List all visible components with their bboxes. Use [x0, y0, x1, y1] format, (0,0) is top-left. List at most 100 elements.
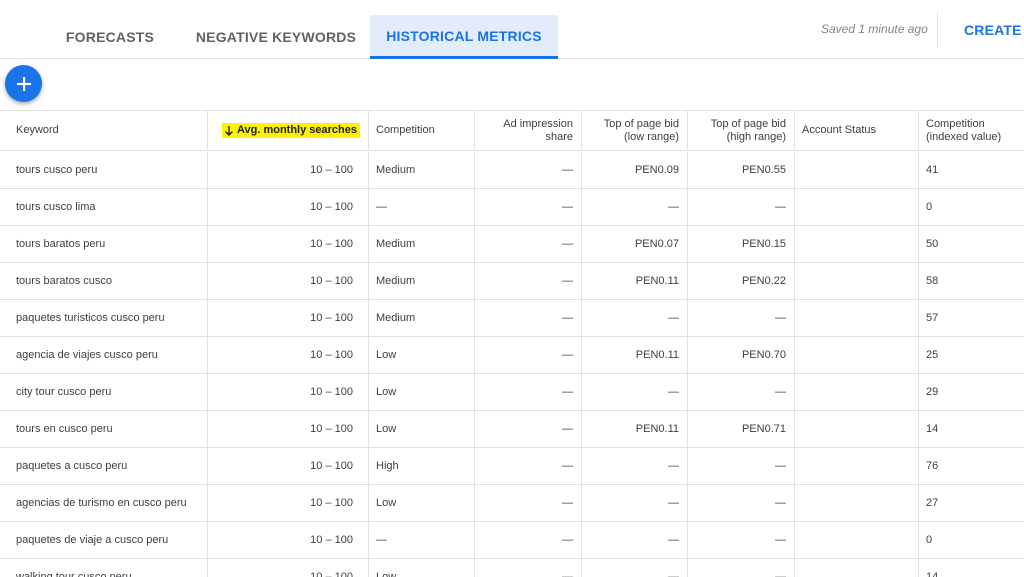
- saved-status: Saved 1 minute ago: [821, 22, 928, 36]
- header-top-bid-high[interactable]: Top of page bid (high range): [687, 111, 794, 150]
- keyword-cell: tours en cusco peru: [16, 423, 113, 435]
- keyword-cell: paquetes de viaje a cusco peru: [16, 534, 169, 546]
- low-bid-cell: —: [581, 448, 687, 484]
- account-status-cell: [794, 189, 918, 225]
- header-top-bid-low-line2: (low range): [623, 130, 679, 143]
- competition-cell: Medium: [368, 263, 474, 299]
- impression-share-cell: —: [474, 522, 581, 558]
- header-avg-monthly-searches-label: Avg. monthly searches: [236, 124, 357, 136]
- competition-index-cell: 0: [918, 522, 1024, 558]
- searches-cell: 10 – 100: [207, 485, 368, 521]
- high-bid-cell: PEN0.15: [687, 226, 794, 262]
- competition-index-cell: 57: [918, 300, 1024, 336]
- searches-cell: 10 – 100: [207, 448, 368, 484]
- competition-index-cell: 27: [918, 485, 1024, 521]
- table-row[interactable]: paquetes turisticos cusco peru 10 – 100 Me…: [0, 300, 1024, 337]
- account-status-cell: [794, 559, 918, 577]
- competition-cell: Low: [368, 485, 474, 521]
- searches-cell: 10 – 100: [207, 337, 368, 373]
- header-competition-indexed-line2: (indexed value): [926, 130, 1002, 143]
- tab-historical-metrics[interactable]: HISTORICAL METRICS: [370, 15, 558, 59]
- competition-index-cell: 41: [918, 152, 1024, 188]
- keyword-cell: tours cusco peru: [16, 164, 98, 176]
- account-status-cell: [794, 263, 918, 299]
- low-bid-cell: —: [581, 300, 687, 336]
- arrow-down-icon: [224, 125, 233, 136]
- low-bid-cell: —: [581, 374, 687, 410]
- competition-cell: —: [368, 189, 474, 225]
- table-row[interactable]: tours cusco lima 10 – 100— — — —0: [0, 189, 1024, 226]
- table-row[interactable]: paquetes de viaje a cusco peru 10 – 100— —…: [0, 522, 1024, 559]
- competition-index-cell: 29: [918, 374, 1024, 410]
- impression-share-cell: —: [474, 374, 581, 410]
- searches-cell: 10 – 100: [207, 559, 368, 577]
- competition-cell: Low: [368, 411, 474, 447]
- low-bid-cell: —: [581, 559, 687, 577]
- low-bid-cell: PEN0.07: [581, 226, 687, 262]
- table-row[interactable]: tours cusco peru 10 – 100 Medium — PEN0.09 PE…: [0, 152, 1024, 189]
- account-status-cell: [794, 522, 918, 558]
- impression-share-cell: —: [474, 189, 581, 225]
- add-button[interactable]: [5, 65, 42, 102]
- competition-cell: —: [368, 522, 474, 558]
- competition-cell: Low: [368, 559, 474, 577]
- keyword-cell: agencia de viajes cusco peru: [16, 349, 158, 361]
- header-top-bid-high-line2: (high range): [726, 130, 786, 143]
- high-bid-cell: —: [687, 559, 794, 577]
- low-bid-cell: PEN0.11: [581, 263, 687, 299]
- high-bid-cell: —: [687, 189, 794, 225]
- tab-forecasts[interactable]: FORECASTS: [40, 15, 180, 59]
- table-row[interactable]: city tour cusco peru 10 – 100 Low — — —29: [0, 374, 1024, 411]
- keyword-cell: walking tour cusco peru: [16, 571, 132, 577]
- table-row[interactable]: tours baratos peru 10 – 100 Medium — PEN0.07…: [0, 226, 1024, 263]
- searches-cell: 10 – 100: [207, 300, 368, 336]
- impression-share-cell: —: [474, 263, 581, 299]
- header-competition-indexed-line1: Competition: [926, 117, 985, 130]
- top-bar: FORECASTS NEGATIVE KEYWORDS HISTORICAL M…: [0, 0, 1024, 59]
- impression-share-cell: —: [474, 152, 581, 188]
- keyword-cell: paquetes a cusco peru: [16, 460, 128, 472]
- header-account-status[interactable]: Account Status: [794, 111, 918, 150]
- keyword-cell: paquetes turisticos cusco peru: [16, 312, 165, 324]
- impression-share-cell: —: [474, 300, 581, 336]
- searches-cell: 10 – 100: [207, 522, 368, 558]
- competition-index-cell: 50: [918, 226, 1024, 262]
- competition-cell: Medium: [368, 226, 474, 262]
- high-bid-cell: —: [687, 374, 794, 410]
- header-competition-indexed[interactable]: Competition (indexed value): [918, 111, 1024, 150]
- table-row[interactable]: tours en cusco peru 10 – 100 Low — PEN0.11 PE…: [0, 411, 1024, 448]
- table-row[interactable]: agencias de turismo en cusco peru 10 – 10…: [0, 485, 1024, 522]
- high-bid-cell: —: [687, 448, 794, 484]
- impression-share-cell: —: [474, 411, 581, 447]
- header-avg-monthly-searches[interactable]: Avg. monthly searches: [207, 111, 368, 150]
- competition-index-cell: 25: [918, 337, 1024, 373]
- keyword-cell: city tour cusco peru: [16, 386, 112, 398]
- create-campaign-button[interactable]: CREATE CA: [964, 22, 1024, 38]
- low-bid-cell: PEN0.09: [581, 152, 687, 188]
- header-keyword[interactable]: Keyword: [16, 111, 206, 150]
- account-status-cell: [794, 337, 918, 373]
- header-competition[interactable]: Competition: [368, 111, 474, 150]
- header-top-bid-low-line1: Top of page bid: [603, 117, 679, 130]
- table-row[interactable]: tours baratos cusco 10 – 100 Medium — PEN0.1…: [0, 263, 1024, 300]
- high-bid-cell: PEN0.22: [687, 263, 794, 299]
- keyword-cell: agencias de turismo en cusco peru: [16, 497, 187, 509]
- table-row[interactable]: agencia de viajes cusco peru 10 – 100 Low —…: [0, 337, 1024, 374]
- account-status-cell: [794, 374, 918, 410]
- account-status-cell: [794, 411, 918, 447]
- account-status-cell: [794, 226, 918, 262]
- header-top-bid-low[interactable]: Top of page bid (low range): [581, 111, 687, 150]
- table-row[interactable]: walking tour cusco peru 10 – 100 Low — — —14: [0, 559, 1024, 577]
- keyword-cell: tours cusco lima: [16, 201, 96, 213]
- header-ad-impression-share[interactable]: Ad impression share: [474, 111, 581, 150]
- searches-cell: 10 – 100: [207, 411, 368, 447]
- impression-share-cell: —: [474, 485, 581, 521]
- competition-cell: Low: [368, 374, 474, 410]
- low-bid-cell: —: [581, 522, 687, 558]
- impression-share-cell: —: [474, 226, 581, 262]
- table-row[interactable]: paquetes a cusco peru 10 – 100 High — — —76: [0, 448, 1024, 485]
- low-bid-cell: PEN0.11: [581, 411, 687, 447]
- competition-index-cell: 76: [918, 448, 1024, 484]
- add-icon: [16, 76, 31, 91]
- tab-negative-keywords[interactable]: NEGATIVE KEYWORDS: [193, 15, 359, 59]
